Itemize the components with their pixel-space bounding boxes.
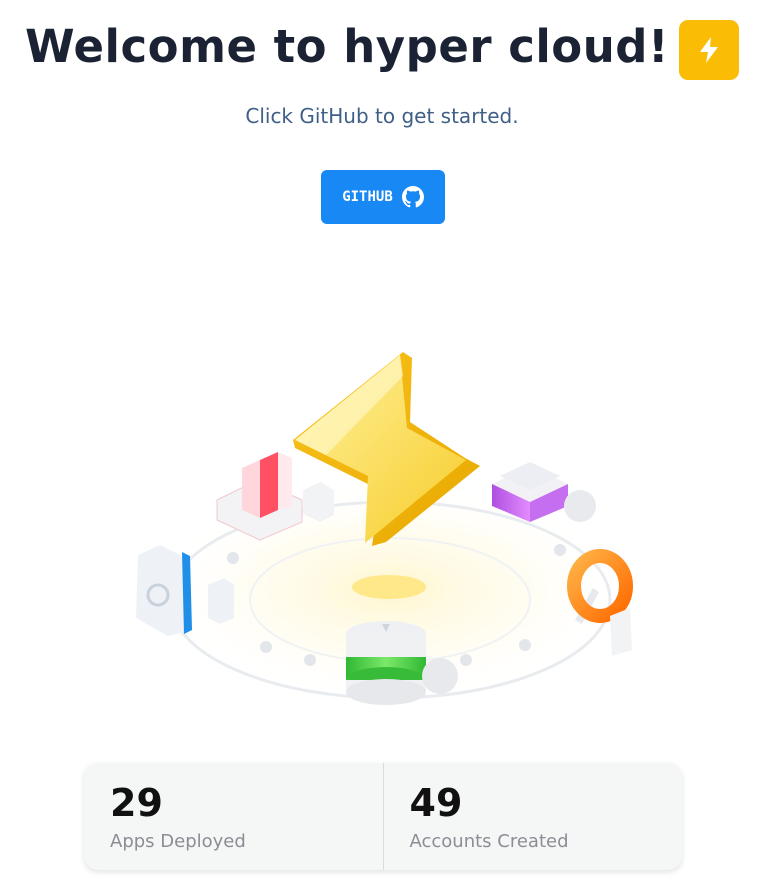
stat-apps-deployed: 29 Apps Deployed: [84, 763, 383, 870]
lightning-badge: [678, 20, 739, 80]
cloud-services-illustration: [136, 352, 633, 705]
stat-label: Apps Deployed: [110, 831, 246, 852]
page-title: Welcome to hyper cloud!: [25, 20, 669, 73]
lightning-bolt-icon: [699, 37, 718, 63]
stat-value: 29: [110, 781, 163, 825]
center-pad: [352, 575, 426, 599]
page-header: Welcome to hyper cloud!: [0, 14, 764, 80]
github-button-label: GITHUB: [342, 189, 393, 205]
stat-accounts-created: 49 Accounts Created: [382, 763, 683, 870]
stat-label: Accounts Created: [409, 831, 569, 852]
stat-value: 49: [409, 781, 463, 825]
intro-subtitle: Click GitHub to get started.: [245, 104, 519, 128]
github-icon: [401, 186, 424, 208]
github-button[interactable]: GITHUB: [321, 170, 445, 224]
stats-panel: 29 Apps Deployed 49 Accounts Created: [84, 763, 682, 870]
